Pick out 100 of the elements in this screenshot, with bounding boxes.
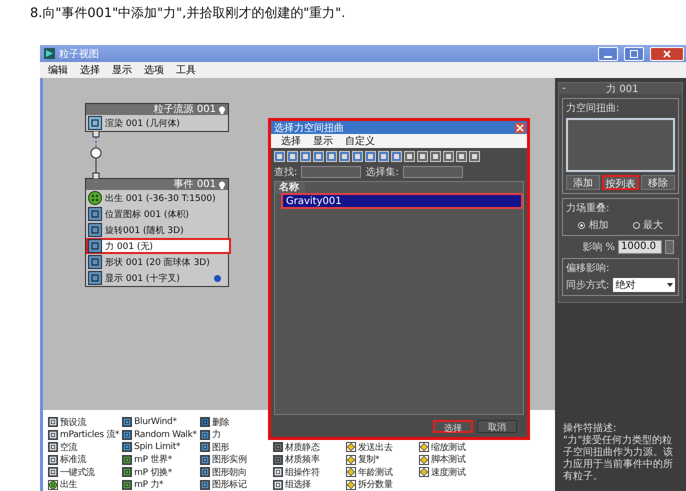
depot-label: mP 世界* [134, 454, 172, 466]
radio-icon[interactable] [632, 222, 640, 228]
operator-row[interactable]: 力 001 (无) [86, 238, 231, 254]
depot-item[interactable]: mP 力* [122, 478, 164, 491]
radio-icon[interactable] [578, 222, 586, 228]
close-button[interactable] [650, 46, 684, 60]
operator-label: 力 001 (无) [105, 240, 153, 252]
depot-item[interactable]: Random Walk* [122, 428, 197, 441]
node-card[interactable]: 粒子流源 001 渲染 001 (几何体) [85, 103, 229, 132]
toolbar-icon[interactable] [456, 151, 467, 162]
dialog-button[interactable]: 选择 [433, 420, 473, 432]
depot-label: 组选择 [284, 478, 311, 491]
depot-item[interactable]: 复制* [346, 454, 380, 466]
depot-label: 图形标记 [212, 478, 247, 491]
operator-row[interactable]: 位置图标 001 (体积) [86, 206, 228, 222]
depot-item[interactable]: 图形实例 [200, 454, 247, 466]
find-field[interactable] [301, 166, 362, 178]
panel-button[interactable]: 移除 [640, 175, 675, 190]
depot-label: 空流 [60, 442, 78, 454]
toolbar-icon[interactable] [469, 151, 480, 162]
panel-button[interactable]: 添加 [566, 175, 600, 190]
depot-item[interactable]: 删除 [200, 416, 230, 428]
depot-item[interactable]: 拆分数量 [346, 478, 393, 491]
depot-item[interactable]: 发送出去 [346, 441, 393, 454]
menu-item[interactable]: 显示 [313, 134, 333, 148]
close-icon[interactable] [515, 122, 525, 132]
toolbar-icon[interactable] [339, 151, 350, 162]
toolbar-icon[interactable] [313, 151, 324, 162]
column-header[interactable]: 名称 [275, 182, 305, 194]
rollout-header[interactable]: - 力 001 [559, 83, 682, 94]
minimize-button[interactable] [598, 46, 618, 60]
depot-label: Random Walk* [134, 430, 197, 440]
menu-item[interactable]: 选择 [80, 63, 100, 77]
toolbar-icon[interactable] [391, 151, 402, 162]
force-list[interactable] [566, 118, 675, 172]
depot-item[interactable]: mP 切换* [122, 466, 172, 478]
operator-label: 旋转001 (随机 3D) [105, 224, 184, 236]
depot-item[interactable]: 脚本测试 [418, 454, 466, 466]
toolbar-icon[interactable] [417, 151, 428, 162]
radio-option[interactable]: 最大 [632, 218, 663, 232]
depot-item[interactable]: 标准流 [48, 454, 86, 466]
collapse-toggle[interactable]: - [562, 83, 566, 94]
node-card[interactable]: 事件 001 出生 001 (-36-30 T:1500) 位置图标 001 (体积) 旋转001 (随机 3D) 力 001 (无) 形状 001 (20 面球体 3D) 显示 001 (十字叉) [85, 178, 229, 287]
depot-item[interactable]: 缩放测试 [418, 441, 466, 454]
depot-item[interactable]: 图形标记 [200, 478, 247, 491]
influence-field[interactable]: 1000.0 [618, 240, 662, 254]
depot-item[interactable]: Spin Limit* [122, 441, 180, 454]
operator-icon [122, 480, 132, 490]
toolbar-icon[interactable] [443, 151, 454, 162]
depot-item[interactable]: BlurWind* [122, 416, 177, 428]
sync-dropdown[interactable]: 绝对 [613, 278, 675, 292]
depot-item[interactable]: 材质静态 [272, 441, 320, 454]
operator-row[interactable]: 出生 001 (-36-30 T:1500) [86, 190, 228, 206]
depot-item[interactable]: 速度测试 [418, 466, 466, 478]
depot-label: 标准流 [60, 454, 86, 466]
spinner[interactable] [665, 240, 674, 254]
maximize-button[interactable] [624, 46, 644, 60]
menu-item[interactable]: 选项 [144, 63, 164, 77]
depot-item[interactable]: 预设流 [48, 416, 86, 428]
depot-item[interactable]: 一键式流 [48, 466, 95, 478]
radio-option[interactable]: 相加 [578, 218, 608, 232]
depot-item[interactable]: 组操作符 [272, 466, 320, 478]
depot-item[interactable]: 空流 [48, 441, 78, 454]
list-row[interactable]: Gravity001 [283, 195, 521, 207]
set-dropdown[interactable] [402, 166, 463, 178]
dialog-title: 选择力空间扭曲 [274, 122, 344, 134]
radio-label: 最大 [642, 218, 663, 232]
menu-item[interactable]: 编辑 [48, 63, 68, 77]
menu-item[interactable]: 工具 [176, 63, 196, 77]
operator-row[interactable]: 旋转001 (随机 3D) [86, 222, 228, 238]
depot-item[interactable]: 年龄测试 [346, 466, 393, 478]
operator-row[interactable]: 形状 001 (20 面球体 3D) [86, 254, 228, 270]
operator-row[interactable]: 显示 001 (十字叉) [86, 270, 228, 286]
toolbar-icon[interactable] [430, 151, 441, 162]
depot-item[interactable]: 力 [200, 428, 220, 441]
depot-item[interactable]: 出生 [48, 478, 78, 491]
depot-item[interactable]: mP 世界* [122, 454, 172, 466]
depot-item[interactable]: 图形 [200, 441, 230, 454]
toolbar-icon[interactable] [404, 151, 415, 162]
menu-item[interactable]: 显示 [112, 63, 132, 77]
toolbar-icon[interactable] [274, 151, 285, 162]
menu-item[interactable]: 自定义 [345, 134, 375, 148]
depot-item[interactable]: 图形朝向 [200, 466, 247, 478]
toolbar-icon[interactable] [378, 151, 389, 162]
toolbar-icon[interactable] [365, 151, 376, 162]
toolbar-icon[interactable] [287, 151, 298, 162]
menu-item[interactable]: 选择 [281, 134, 301, 148]
bulb-icon[interactable] [218, 180, 226, 188]
bulb-icon[interactable] [218, 106, 226, 114]
panel-button[interactable]: 按列表 [602, 175, 639, 190]
toolbar-icon[interactable] [352, 151, 363, 162]
dialog-button[interactable]: 取消 [477, 420, 517, 432]
operator-icon [122, 417, 132, 428]
toolbar-icon[interactable] [300, 151, 311, 162]
operator-row[interactable]: 渲染 001 (几何体) [86, 115, 228, 131]
toolbar-icon[interactable] [326, 151, 337, 162]
depot-item[interactable]: 组选择 [272, 478, 311, 491]
depot-item[interactable]: mParticles 流* [48, 428, 120, 441]
depot-item[interactable]: 材质频率 [272, 454, 320, 466]
depot-label: 一键式流 [60, 466, 95, 479]
